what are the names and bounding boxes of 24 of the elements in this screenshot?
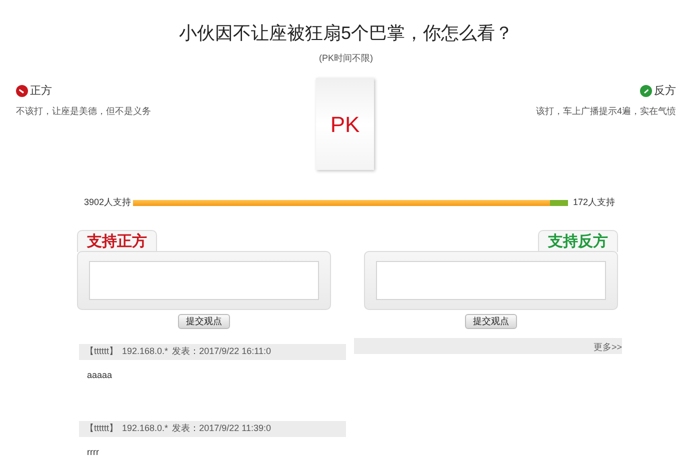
pk-card: PK: [316, 78, 374, 170]
comment-author: 【tttttt】: [85, 422, 118, 435]
more-link[interactable]: 更多>>: [593, 342, 622, 352]
side-label: 反方: [654, 84, 676, 98]
argument-text: 该打，车上广播提示4遍，实在气愤: [536, 105, 676, 117]
page-title: 小伙因不让座被狂扇5个巴掌，你怎么看？: [178, 22, 513, 44]
opinion-field[interactable]: [89, 260, 319, 300]
support-count: 3902人支持: [84, 196, 132, 209]
submit-button[interactable]: 提交观点: [178, 314, 230, 328]
comment-text: aaaaa: [86, 368, 114, 382]
page-subtitle: (PK时间不限): [319, 52, 373, 64]
opinion-field[interactable]: [376, 260, 606, 300]
comment-author: 【tttttt】: [85, 344, 118, 358]
comment-time: 发表：2017/9/22 16:11:0: [172, 344, 271, 358]
submit-button[interactable]: 提交观点: [465, 314, 517, 328]
argument-text: 不该打，让座是美德，但不是义务: [16, 105, 152, 117]
side-label: 正方: [30, 84, 52, 98]
comment-ip: 192.168.0.*: [122, 344, 168, 358]
comment-time: 发表：2017/9/22 11:39:0: [172, 422, 271, 435]
con-side-icon: [640, 85, 652, 97]
comment-ip: 192.168.0.*: [122, 422, 168, 435]
comment-text: rrrr: [86, 446, 100, 458]
support-count: 172人支持: [573, 196, 616, 209]
pro-side-icon: [16, 85, 28, 97]
